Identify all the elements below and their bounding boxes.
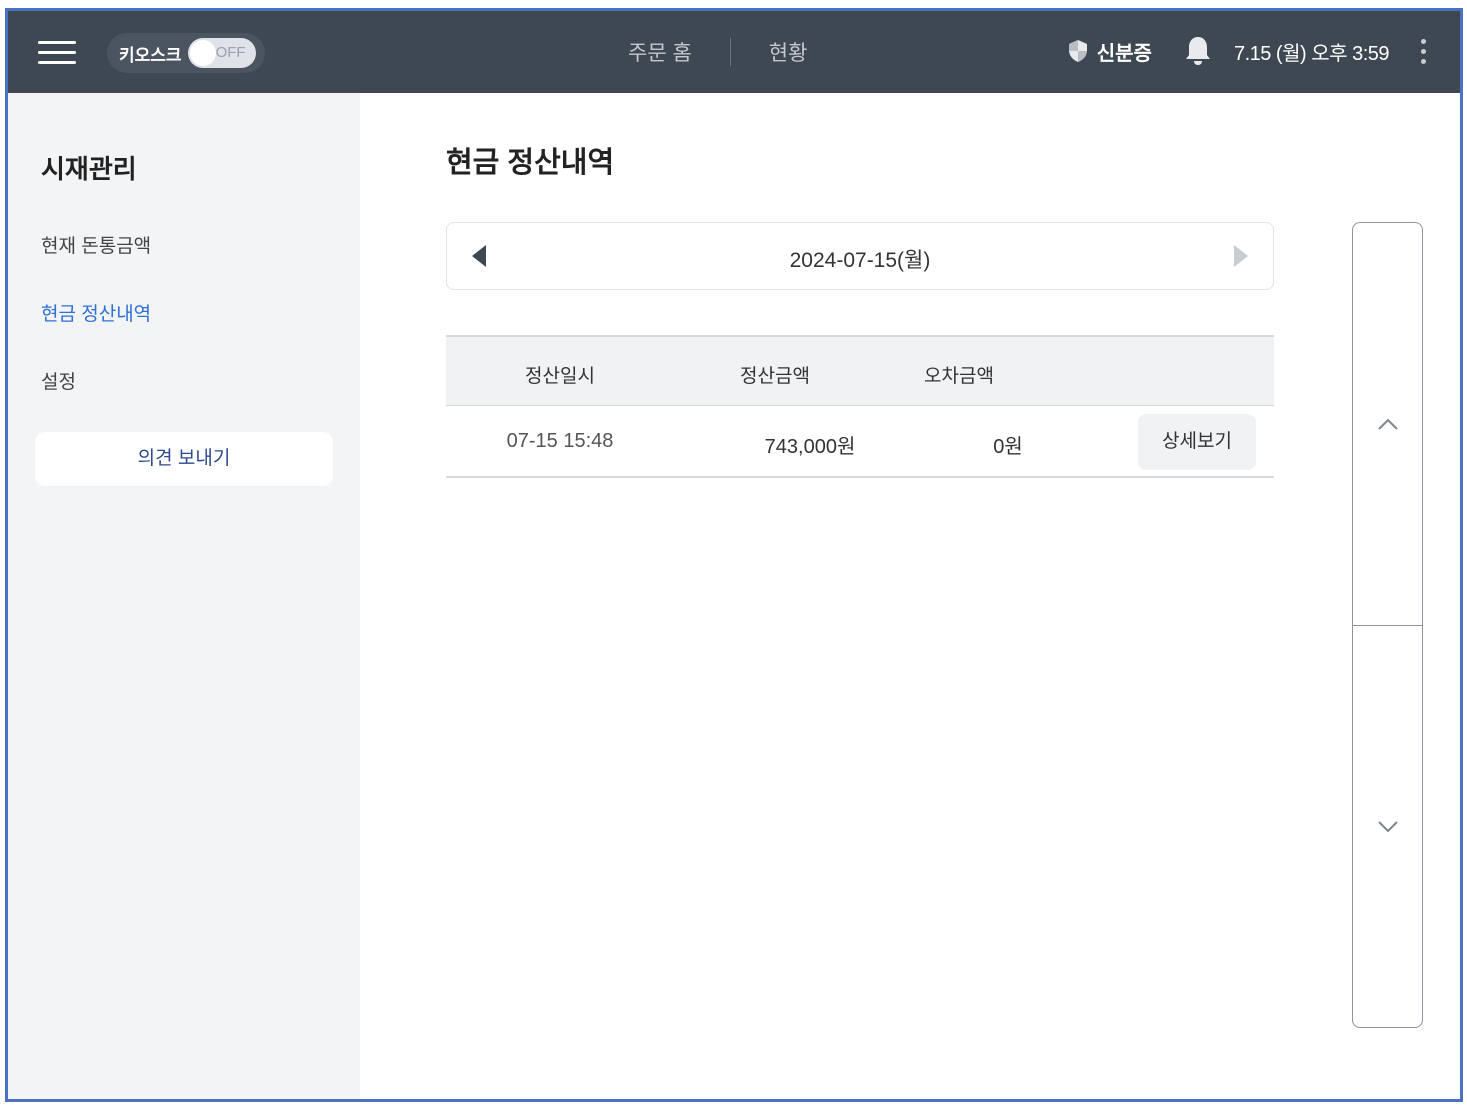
cell-amount: 743,000원 xyxy=(764,436,856,458)
date-selector: 2024-07-15(월) xyxy=(446,222,1274,290)
table-header: 정산일시 정산금액 오차금액 xyxy=(446,335,1274,406)
more-options-icon[interactable] xyxy=(1421,38,1426,64)
kiosk-toggle-group: 키오스크 OFF xyxy=(107,33,265,73)
table-row: 07-15 15:48 743,000원 0원 상세보기 xyxy=(446,406,1274,478)
toggle-state: OFF xyxy=(215,44,246,61)
chevron-up-icon xyxy=(1377,418,1398,430)
scroll-up-button[interactable] xyxy=(1353,223,1422,625)
app-window: 키오스크 OFF 주문 홈 현황 신분증 7.15 (월) 오후 3:59 시재… xyxy=(5,8,1463,1102)
page-scroller xyxy=(1352,222,1423,1028)
selected-date: 2024-07-15(월) xyxy=(789,249,931,272)
next-date-icon[interactable] xyxy=(1234,245,1248,267)
sidebar: 시재관리 현재 돈통금액 현금 정산내역 설정 의견 보내기 xyxy=(8,93,360,1099)
bell-icon[interactable] xyxy=(1184,35,1212,67)
nav-order-home[interactable]: 주문 홈 xyxy=(628,37,692,67)
shield-icon xyxy=(1068,40,1087,62)
page-title: 현금 정산내역 xyxy=(446,147,615,179)
column-header: 정산금액 xyxy=(740,366,810,387)
sidebar-title: 시재관리 xyxy=(41,154,137,184)
id-card-button[interactable]: 신분증 xyxy=(1067,37,1152,66)
chevron-down-icon xyxy=(1377,820,1398,832)
kiosk-toggle[interactable]: OFF xyxy=(187,38,256,68)
detail-button[interactable]: 상세보기 xyxy=(1138,414,1256,470)
datetime: 7.15 (월) 오후 3:59 xyxy=(1233,42,1390,65)
top-nav: 주문 홈 현황 xyxy=(628,37,807,67)
column-header: 정산일시 xyxy=(525,366,595,387)
column-header: 오차금액 xyxy=(924,366,994,387)
id-card-label: 신분증 xyxy=(1096,42,1152,65)
cell-diff: 0원 xyxy=(993,436,1023,458)
sidebar-item-settings[interactable]: 설정 xyxy=(41,367,76,394)
nav-status[interactable]: 현황 xyxy=(769,37,808,67)
cell-datetime: 07-15 15:48 xyxy=(506,430,614,452)
top-bar: 키오스크 OFF 주문 홈 현황 신분증 7.15 (월) 오후 3:59 xyxy=(8,11,1460,93)
sidebar-item-current-cash[interactable]: 현재 돈통금액 xyxy=(41,231,151,258)
hamburger-menu-icon[interactable] xyxy=(38,41,76,65)
scroll-down-button[interactable] xyxy=(1353,625,1422,1027)
sidebar-item-cash-settlement[interactable]: 현금 정산내역 xyxy=(41,299,151,326)
kiosk-label: 키오스크 xyxy=(119,45,182,65)
feedback-button[interactable]: 의견 보내기 xyxy=(35,432,333,486)
